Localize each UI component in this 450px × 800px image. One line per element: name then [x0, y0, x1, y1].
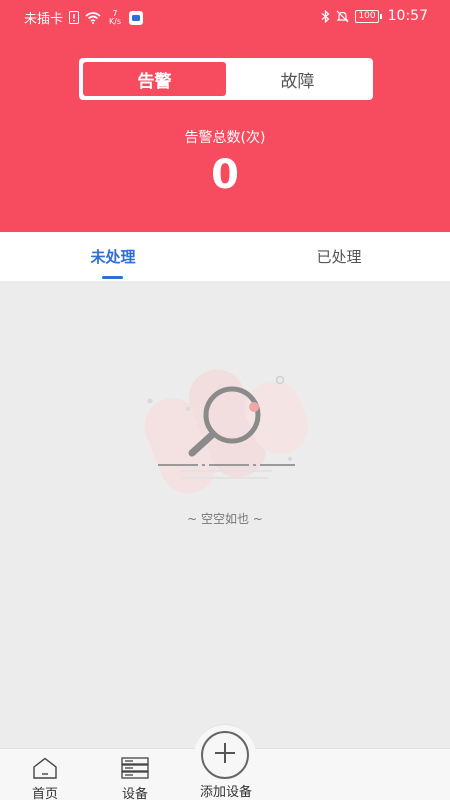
nav-device-label: 设备	[121, 787, 148, 800]
nav-home-label: 首页	[31, 787, 58, 800]
app-notification-icon	[129, 10, 144, 25]
active-tab-indicator	[102, 276, 123, 279]
tab-unprocessed[interactable]: 未处理	[62, 232, 164, 281]
nav-device[interactable]: 设备	[110, 749, 160, 800]
empty-state-text: ~ 空空如也 ~	[187, 512, 263, 526]
server-icon	[121, 757, 149, 779]
bluetooth-icon	[321, 9, 330, 23]
battery-level: 100	[355, 9, 379, 23]
segment-fault[interactable]: 故障	[226, 62, 369, 96]
home-icon	[32, 757, 58, 779]
magnifier-icon	[140, 361, 310, 501]
status-bar: 未插卡 7 K/s 100 10:57	[0, 0, 450, 32]
nav-add-device-label: 添加设备	[199, 785, 252, 800]
alarm-total-value: 0	[211, 152, 239, 198]
status-tabbar: 未处理 已处理	[0, 232, 450, 281]
alarm-fault-segment: 告警 故障	[79, 58, 373, 100]
alarm-total-label: 告警总数(次)	[184, 130, 266, 146]
battery-tip	[379, 13, 382, 19]
segment-alarm[interactable]: 告警	[83, 62, 226, 96]
wifi-icon	[85, 11, 101, 24]
plus-icon	[214, 742, 236, 768]
status-right: 100 10:57	[321, 8, 428, 24]
mute-bell-icon	[336, 10, 349, 23]
net-speed-unit: K/s	[108, 16, 122, 26]
sim-alert-icon	[69, 11, 80, 24]
clock: 10:57	[387, 8, 428, 24]
nav-home[interactable]: 首页	[20, 749, 70, 800]
net-speed: 7 K/s	[107, 9, 123, 26]
tab-processed[interactable]: 已处理	[288, 232, 390, 281]
carrier-text: 未插卡	[24, 12, 64, 27]
status-left: 未插卡 7 K/s	[24, 8, 144, 27]
add-device-button[interactable]	[201, 731, 249, 779]
battery-indicator: 100	[355, 9, 382, 23]
